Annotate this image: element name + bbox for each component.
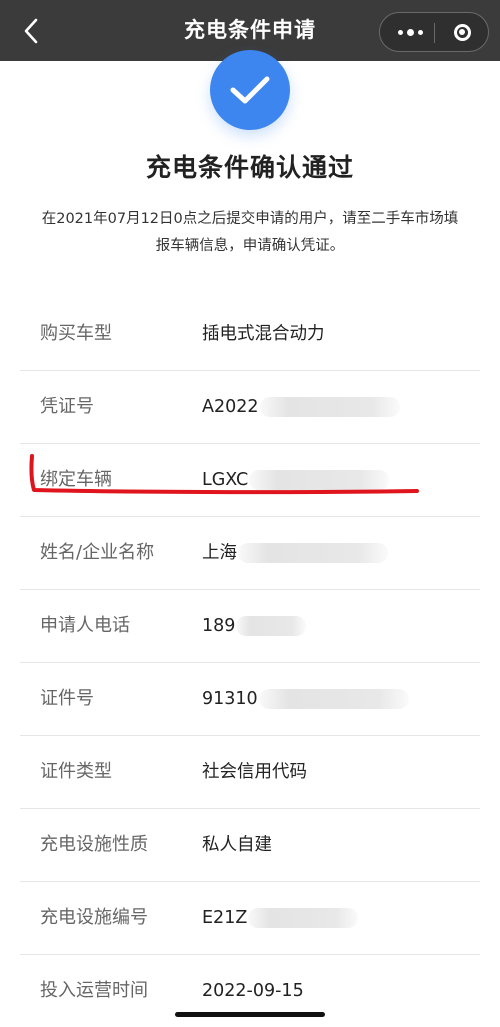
- redacted-blur: [258, 689, 409, 709]
- detail-value: 189: [202, 590, 307, 662]
- detail-label: 充电设施编号: [40, 907, 148, 928]
- detail-label: 购买车型: [40, 323, 112, 344]
- detail-value: 私人自建: [202, 809, 272, 881]
- detail-label: 证件类型: [40, 761, 112, 782]
- detail-label: 姓名/企业名称: [40, 542, 155, 563]
- detail-value-text: 插电式混合动力: [202, 324, 325, 344]
- redacted-blur: [259, 397, 400, 417]
- success-badge: [210, 50, 290, 130]
- detail-value: A2022: [202, 371, 400, 443]
- checkmark-icon: [230, 76, 270, 104]
- detail-label: 凭证号: [40, 396, 94, 417]
- more-dots-icon: [396, 28, 425, 36]
- more-button[interactable]: [388, 13, 432, 51]
- detail-label: 投入运营时间: [40, 980, 148, 1001]
- detail-value-text: 189: [202, 616, 236, 636]
- detail-value-text: 社会信用代码: [202, 762, 307, 782]
- detail-label: 申请人电话: [40, 615, 130, 636]
- detail-list: 购买车型 插电式混合动力 凭证号 A2022 绑定车辆 LGXC 姓名/企业名称 上海 申请人电…: [20, 298, 480, 1027]
- detail-value-text: E21Z: [202, 908, 248, 928]
- target-circle-icon: [453, 23, 471, 41]
- detail-label: 充电设施性质: [40, 834, 148, 855]
- detail-value: 上海: [202, 517, 388, 589]
- detail-row: 姓名/企业名称 上海: [20, 517, 480, 590]
- detail-value: 91310: [202, 663, 409, 735]
- detail-row: 凭证号 A2022: [20, 371, 480, 444]
- close-button[interactable]: [440, 13, 484, 51]
- capsule-divider: [434, 23, 435, 43]
- detail-value-text: 91310: [202, 689, 258, 709]
- detail-label: 证件号: [40, 688, 94, 709]
- detail-value-text: A2022: [202, 397, 259, 417]
- home-indicator: [175, 1012, 325, 1017]
- detail-value: E21Z: [202, 882, 359, 954]
- result-heading: 充电条件确认通过: [145, 153, 354, 182]
- mini-program-capsule: [379, 12, 489, 52]
- result-description: 在2021年07月12日0点之后提交申请的用户，请至二手车市场填报车辆信息，申请…: [41, 211, 459, 254]
- detail-value-text: 上海: [202, 543, 237, 563]
- annotation-underline: [29, 454, 419, 495]
- detail-row: 证件类型 社会信用代码: [20, 736, 480, 809]
- redacted-blur: [236, 616, 307, 636]
- detail-value-text: 私人自建: [202, 835, 272, 855]
- redacted-blur: [238, 543, 388, 563]
- redacted-blur: [248, 908, 359, 928]
- detail-row: 证件号 91310: [20, 663, 480, 736]
- detail-row: 充电设施编号 E21Z: [20, 882, 480, 955]
- detail-value: 插电式混合动力: [202, 298, 325, 370]
- detail-row: 充电设施性质 私人自建: [20, 809, 480, 882]
- detail-value: 社会信用代码: [202, 736, 307, 808]
- detail-row: 购买车型 插电式混合动力: [20, 298, 480, 371]
- detail-row: 申请人电话 189: [20, 590, 480, 663]
